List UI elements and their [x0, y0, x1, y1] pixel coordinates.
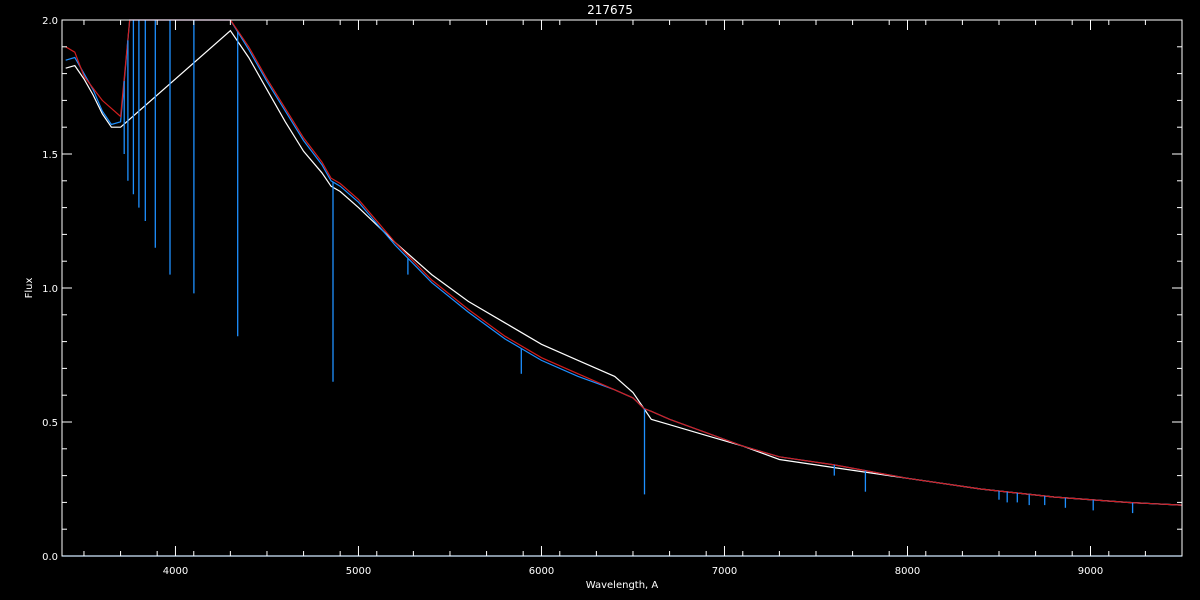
- x-tick-label: 5000: [346, 566, 371, 577]
- y-axis-label: Flux: [24, 278, 35, 299]
- chart-title: 217675: [587, 3, 633, 17]
- y-tick-label: 1.5: [42, 150, 58, 161]
- x-tick-label: 9000: [1078, 566, 1103, 577]
- chart-background: [0, 0, 1200, 600]
- y-tick-label: 0.5: [42, 418, 58, 429]
- x-tick-label: 8000: [895, 566, 920, 577]
- y-tick-label: 2.0: [42, 16, 58, 27]
- x-tick-label: 6000: [529, 566, 554, 577]
- y-tick-label: 1.0: [42, 284, 58, 295]
- x-tick-label: 4000: [163, 566, 188, 577]
- x-tick-label: 7000: [712, 566, 737, 577]
- spectrum-chart: 217675 4000 5000 6000 7000 8000 9000 0.0 0.5 1.…: [0, 0, 1200, 600]
- x-axis-label: Wavelength, A: [586, 580, 659, 591]
- y-tick-label: 0.0: [42, 552, 58, 563]
